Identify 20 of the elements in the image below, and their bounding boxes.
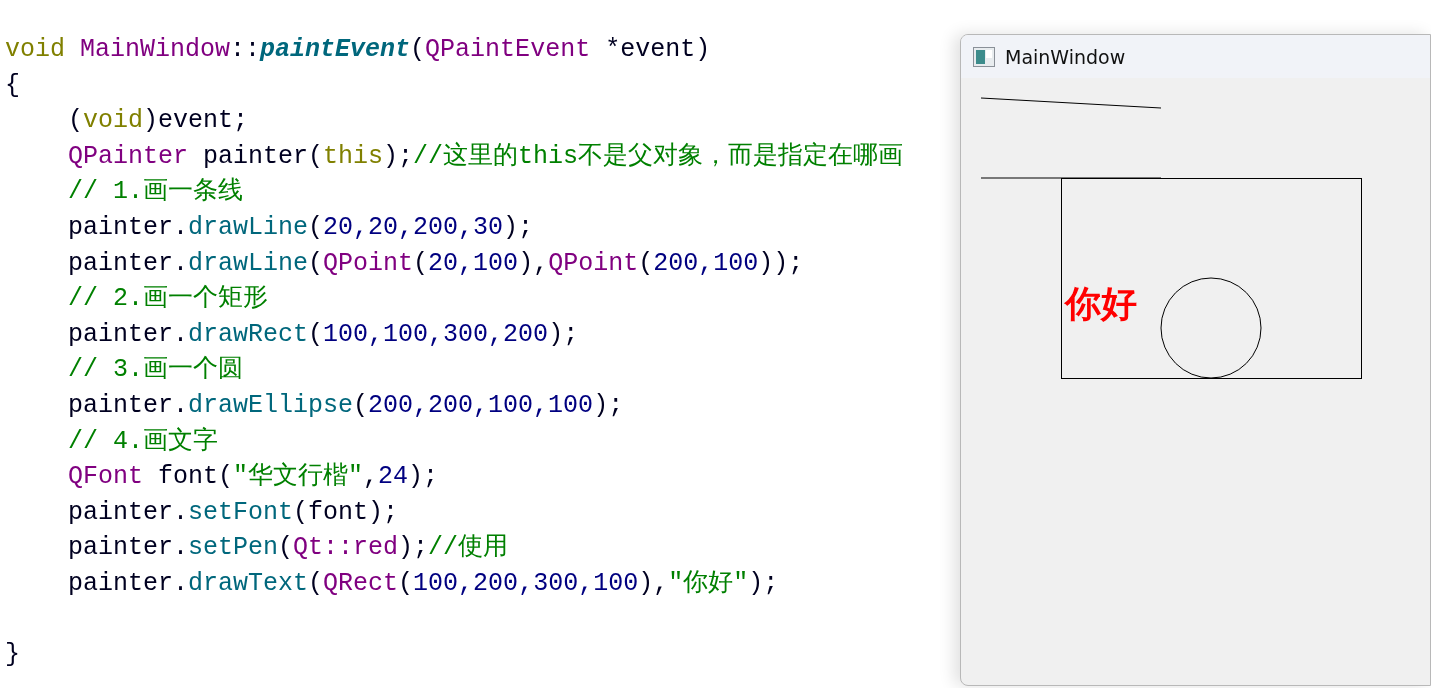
code-line: (void)event; [67,105,249,138]
canvas-text: 你好 [1065,282,1137,324]
code-line: painter.drawRect(100,100,300,200); [67,318,579,351]
code-line: QFont font("华文行楷",24); [67,461,439,494]
code-line: painter.drawLine(QPoint(20,100),QPoint(200,100)); [67,247,804,280]
code-line: QPainter painter(this);//这里的this不是父对象，而是指定在哪画 [67,140,904,173]
code-line: // 2.画一个矩形 [67,283,268,316]
code-line: // 4.画文字 [67,425,218,458]
code-line: painter.drawEllipse(200,200,100,100); [67,389,624,422]
window-icon [973,46,995,67]
code-line: painter.drawText(QRect(100,200,300,100),"你好"); [67,567,779,600]
code-line: // 1.画一条线 [67,176,243,209]
window-title: MainWindow [1005,45,1126,68]
code-line: void MainWindow::paintEvent(QPaintEvent *event) [4,34,711,66]
code-line: painter.setFont(font); [67,496,399,529]
code-line: } [4,639,20,672]
code-line: painter.drawLine(20,20,200,30); [67,211,534,244]
code-line: painter.setPen(Qt::red);//使用 [67,532,509,565]
code-line: { [4,69,20,102]
code-line: // 3.画一个圆 [67,354,243,387]
